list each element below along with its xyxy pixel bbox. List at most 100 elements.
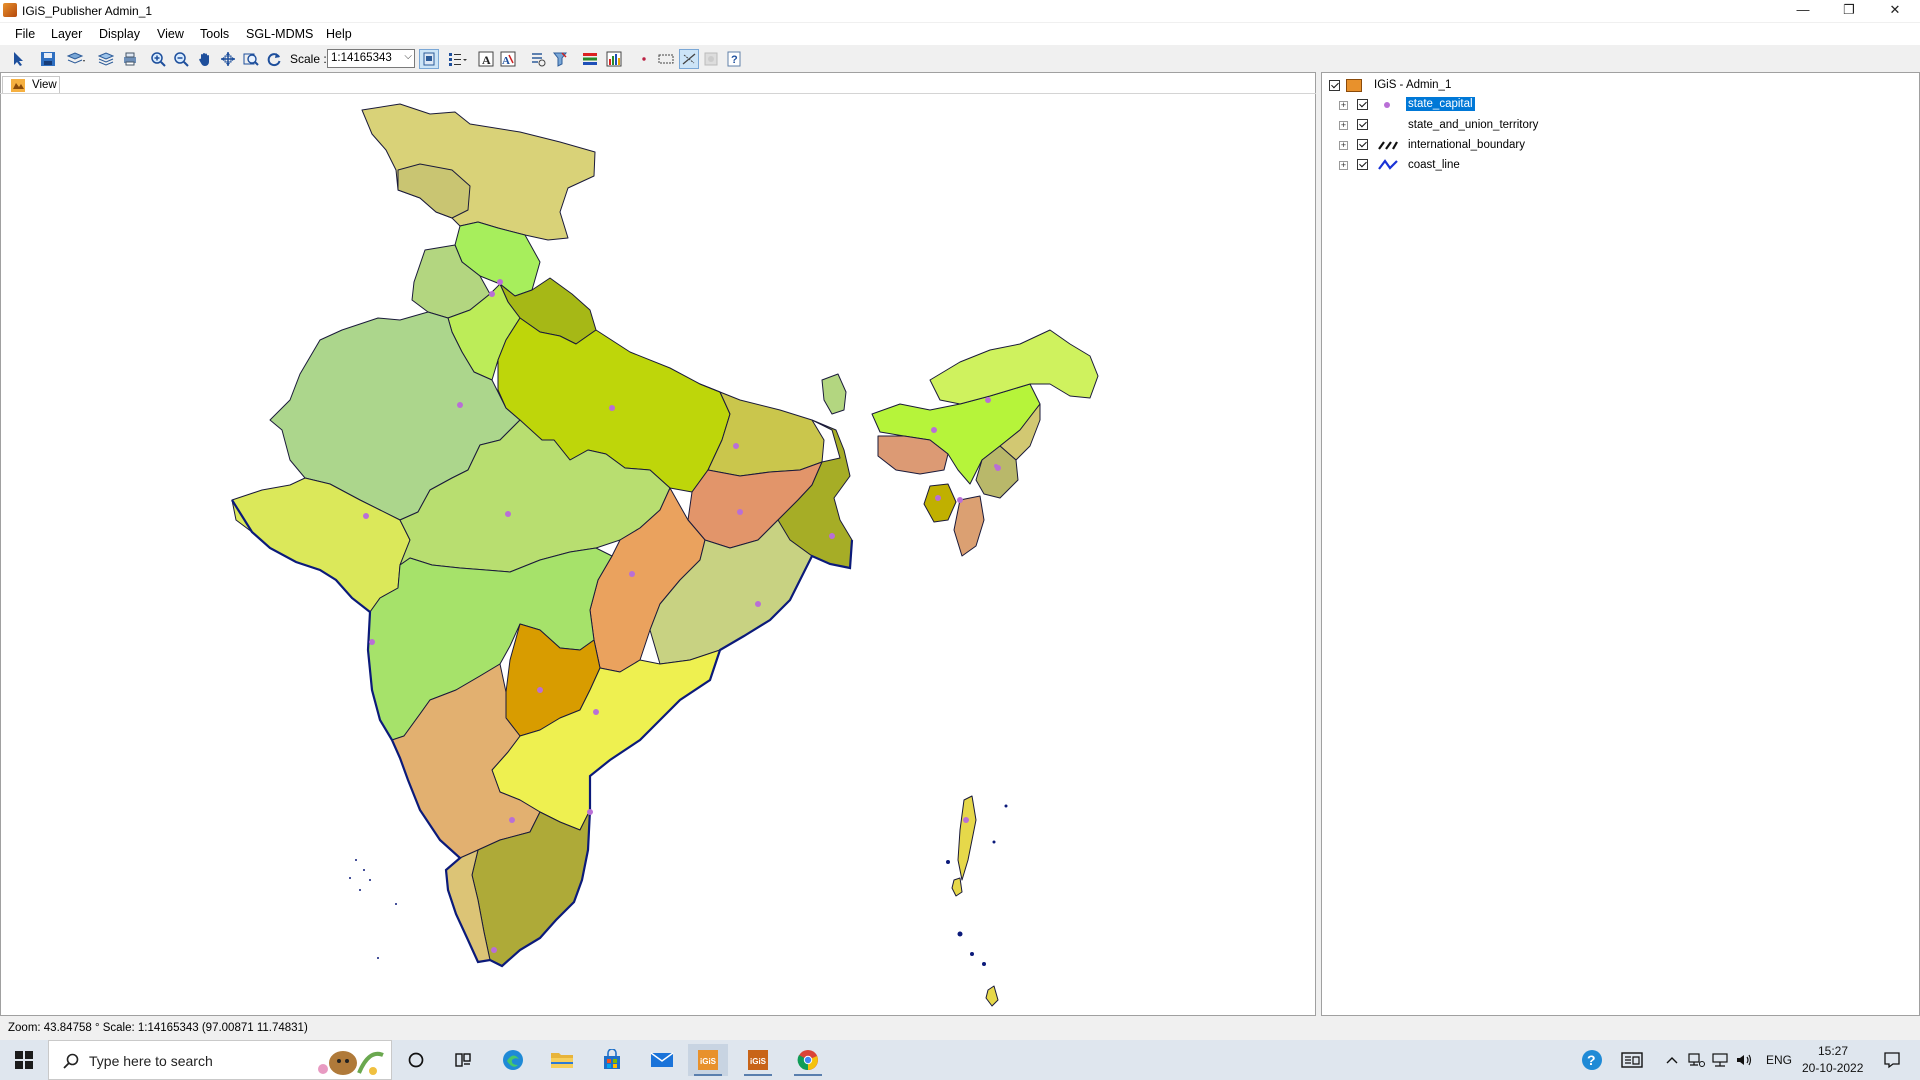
legend-list-icon[interactable] [448, 49, 468, 69]
microsoft-store-icon[interactable] [592, 1044, 632, 1076]
menu-sgl-mdms[interactable]: SGL-MDMS [246, 27, 313, 41]
igis-app-icon[interactable]: iGiS [688, 1044, 728, 1076]
scale-label: Scale : [290, 52, 327, 66]
close-button[interactable]: ✕ [1872, 0, 1918, 22]
point-tool-icon[interactable] [634, 49, 654, 69]
map-region-jammu-kashmir [361, 103, 596, 241]
search-icon [63, 1053, 79, 1069]
scale-value: 1:14165343 [331, 52, 392, 64]
map-tips-icon[interactable] [419, 49, 439, 69]
chevron-down-icon: ⌵ [404, 51, 412, 62]
windows-start-icon[interactable] [0, 1040, 48, 1080]
disabled-tool-icon [701, 49, 721, 69]
svg-text:iGiS: iGiS [700, 1057, 717, 1066]
measure-tool-icon[interactable] [679, 49, 699, 69]
full-extent-icon[interactable] [218, 49, 238, 69]
india-map-canvas[interactable] [0, 94, 1314, 1014]
pan-hand-icon[interactable] [195, 49, 215, 69]
layer-checkbox-international-boundary[interactable] [1357, 139, 1368, 150]
query-icon[interactable] [528, 49, 548, 69]
chevron-up-icon[interactable] [1660, 1044, 1684, 1076]
svg-text:?: ? [731, 54, 738, 66]
notification-icon[interactable] [1872, 1044, 1912, 1076]
svg-text:iGiS: iGiS [750, 1057, 767, 1066]
search-placeholder: Type here to search [89, 1053, 213, 1069]
menu-file[interactable]: File [15, 27, 35, 41]
layer-label-state-capital[interactable]: state_capital [1405, 96, 1476, 112]
expand-icon[interactable]: + [1339, 161, 1348, 170]
menu-view[interactable]: View [157, 27, 184, 41]
refresh-icon[interactable] [264, 49, 284, 69]
layer-toc-panel: IGiS - Admin_1 + state_capital + state_a… [1321, 72, 1920, 1016]
menu-bar: File Layer Display View Tools SGL-MDMS H… [0, 23, 1920, 45]
search-highlight-illustration-icon [318, 1051, 384, 1075]
label-text-icon[interactable]: A [476, 49, 496, 69]
minimize-button[interactable]: — [1780, 0, 1826, 22]
color-bars-icon[interactable] [580, 49, 600, 69]
help-tray-icon[interactable]: ? [1572, 1044, 1612, 1076]
blue-line-icon [1378, 159, 1398, 170]
svg-text:A: A [482, 53, 491, 67]
help-icon[interactable]: ? [724, 49, 744, 69]
select-arrow-icon[interactable] [9, 49, 29, 69]
layer-label-coast-line[interactable]: coast_line [1408, 159, 1460, 171]
toolbar: A A ? [0, 46, 1920, 72]
title-bar: IGiS_Publisher Admin_1 — ❐ ✕ [0, 0, 1920, 22]
layer-checkbox-state-and-union-territory[interactable] [1357, 119, 1368, 130]
layer-stack-icon[interactable] [96, 49, 116, 69]
chart-icon[interactable] [604, 49, 624, 69]
point-icon [1384, 102, 1390, 108]
news-widget-icon[interactable] [1612, 1044, 1652, 1076]
label-edit-icon[interactable]: A [498, 49, 518, 69]
clock-date[interactable]: 20-10-2022 [1802, 1061, 1863, 1075]
menu-tools[interactable]: Tools [200, 27, 229, 41]
map-region-nicobar [985, 985, 999, 1007]
app-icon [3, 3, 17, 17]
expand-icon[interactable]: + [1339, 141, 1348, 150]
language-indicator[interactable]: ENG [1766, 1053, 1792, 1067]
print-icon[interactable] [120, 49, 140, 69]
tab-view-label: View [32, 79, 57, 91]
dashed-line-icon [1378, 141, 1398, 150]
layers-icon[interactable] [66, 49, 86, 69]
rectangle-tool-icon[interactable] [656, 49, 676, 69]
toc-root-label[interactable]: IGiS - Admin_1 [1374, 79, 1451, 91]
volume-icon[interactable] [1732, 1044, 1756, 1076]
save-icon[interactable] [38, 49, 58, 69]
zoom-layer-icon[interactable] [241, 49, 261, 69]
file-explorer-icon[interactable] [542, 1044, 582, 1076]
menu-layer[interactable]: Layer [51, 27, 82, 41]
layer-label-state-and-union-territory[interactable]: state_and_union_territory [1408, 119, 1538, 131]
mail-icon[interactable] [642, 1044, 682, 1076]
tab-view[interactable]: View [2, 76, 60, 94]
menu-help[interactable]: Help [326, 27, 352, 41]
clock-time[interactable]: 15:27 [1818, 1044, 1848, 1058]
root-checkbox[interactable] [1329, 80, 1340, 91]
task-view-icon[interactable] [443, 1044, 483, 1076]
igis-desktop-icon[interactable]: iGiS [738, 1044, 778, 1076]
expand-icon[interactable]: + [1339, 121, 1348, 130]
map-region-mizoram [953, 495, 985, 557]
layer-checkbox-coast-line[interactable] [1357, 159, 1368, 170]
chrome-browser-icon[interactable] [788, 1044, 828, 1076]
zoom-out-icon[interactable] [171, 49, 191, 69]
layer-checkbox-state-capital[interactable] [1357, 99, 1368, 110]
ethernet-icon[interactable] [1708, 1044, 1732, 1076]
edge-browser-icon[interactable] [493, 1044, 533, 1076]
window-title: IGiS_Publisher Admin_1 [22, 4, 153, 18]
cortana-icon[interactable] [396, 1044, 436, 1076]
filter-icon[interactable] [550, 49, 570, 69]
expand-icon[interactable]: + [1339, 101, 1348, 110]
zoom-in-icon[interactable] [148, 49, 168, 69]
map-view-icon [11, 79, 25, 92]
taskbar-search-input[interactable]: Type here to search [48, 1040, 392, 1080]
map-region-andaman-north [957, 795, 977, 881]
scale-dropdown[interactable]: 1:14165343 ⌵ [327, 49, 415, 68]
network-icon[interactable] [1684, 1044, 1708, 1076]
restore-button[interactable]: ❐ [1826, 0, 1872, 22]
layer-label-international-boundary[interactable]: international_boundary [1408, 139, 1525, 151]
map-region-tripura [923, 483, 957, 523]
menu-display[interactable]: Display [99, 27, 140, 41]
status-text: Zoom: 43.84758 ° Scale: 1:14165343 (97.0… [8, 1022, 308, 1034]
taskbar: Type here to search iGiS iGiS ? ENG 15:2… [0, 1040, 1920, 1080]
